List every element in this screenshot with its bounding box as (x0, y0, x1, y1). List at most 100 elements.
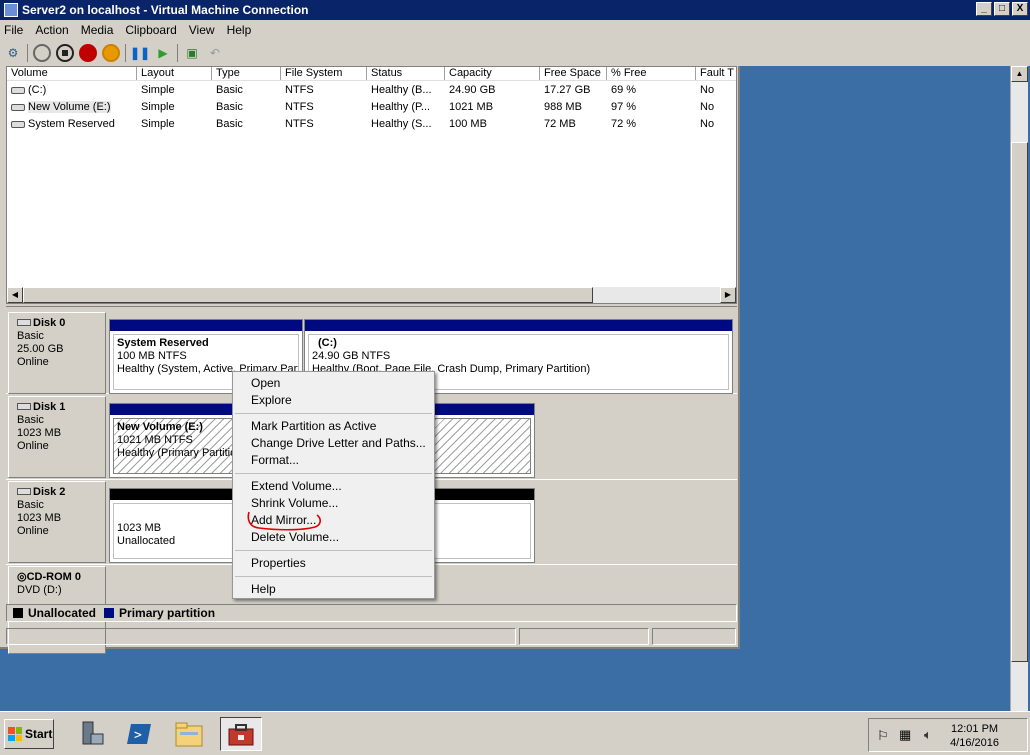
col-layout[interactable]: Layout (137, 67, 212, 80)
cell-capacity: 24.90 GB (449, 84, 496, 96)
vm-toolbar: ⚙ ❚❚ ▶ ▣ ↶ (0, 40, 1030, 66)
cell-volume: (C:) (28, 84, 47, 96)
shutdown-icon[interactable] (79, 44, 97, 62)
cell-filesystem: NTFS (285, 118, 314, 130)
explorer-folder-icon[interactable] (168, 717, 210, 751)
ctrl-alt-del-icon[interactable]: ⚙ (4, 44, 22, 62)
volume-list-horizontal-scrollbar[interactable]: ◀ ▶ (7, 287, 736, 303)
scroll-thumb[interactable] (1011, 142, 1028, 662)
col-volume[interactable]: Volume (7, 67, 137, 80)
disk-name: Disk 1 (33, 401, 66, 413)
svg-text:>: > (134, 728, 142, 743)
cell-type: Basic (216, 84, 243, 96)
taskbar: Start > ⚐ ▦ 🔈︎ 12:01 PM 4/16/2016 (0, 711, 1030, 755)
menu-item-explore[interactable]: Explore (233, 392, 434, 409)
cell-capacity: 100 MB (449, 118, 487, 130)
system-tray: ⚐ ▦ 🔈︎ 12:01 PM 4/16/2016 (868, 718, 1028, 752)
menu-item-extend-volume[interactable]: Extend Volume... (233, 478, 434, 495)
menu-item-mark-active[interactable]: Mark Partition as Active (233, 418, 434, 435)
revert-icon[interactable]: ↶ (206, 44, 224, 62)
volume-list: Volume Layout Type File System Status Ca… (6, 66, 737, 304)
toolbar-separator (125, 44, 126, 62)
status-pane (519, 628, 649, 645)
snapshot-icon[interactable]: ▣ (183, 44, 201, 62)
disk-state: Online (17, 356, 49, 368)
window-title: Server2 on localhost - Virtual Machine C… (22, 3, 309, 17)
clock-time: 12:01 PM (950, 723, 999, 735)
menu-item-format[interactable]: Format... (233, 452, 434, 469)
col-percent-free[interactable]: % Free (607, 67, 696, 80)
start-button[interactable]: Start (4, 719, 54, 749)
computer-management-icon[interactable] (220, 717, 262, 751)
disk-type: Basic (17, 330, 44, 342)
col-free-space[interactable]: Free Space (540, 67, 607, 80)
scroll-up-icon[interactable]: ▲ (1011, 66, 1028, 82)
table-row[interactable]: System Reserved Simple Basic NTFS Health… (7, 116, 736, 132)
disk-label-0[interactable]: Disk 0 Basic 25.00 GB Online (8, 312, 106, 394)
minimize-button[interactable]: _ (976, 2, 992, 16)
turn-off-icon[interactable] (56, 44, 74, 62)
disk-state: Online (17, 440, 49, 452)
cell-volume: System Reserved (28, 118, 115, 130)
cell-fault-tolerance: No (700, 118, 715, 130)
col-status[interactable]: Status (367, 67, 445, 80)
cell-free-space: 17.27 GB (544, 84, 591, 96)
clock[interactable]: 12:01 PM 4/16/2016 (950, 722, 999, 750)
menu-file[interactable]: File (4, 23, 23, 37)
volume-list-header: Volume Layout Type File System Status Ca… (7, 67, 736, 81)
close-button[interactable]: X (1012, 2, 1028, 16)
scroll-right-icon[interactable]: ▶ (720, 287, 736, 303)
menu-media[interactable]: Media (81, 23, 114, 37)
disk-label-2[interactable]: Disk 2 Basic 1023 MB Online (8, 481, 106, 563)
action-center-flag-icon[interactable]: ⚐ (877, 728, 889, 744)
menu-clipboard[interactable]: Clipboard (125, 23, 176, 37)
cell-filesystem: NTFS (285, 101, 314, 113)
col-filesystem[interactable]: File System (281, 67, 367, 80)
disk-icon (17, 319, 31, 326)
menu-item-properties[interactable]: Properties (233, 555, 434, 572)
primary-swatch (104, 608, 115, 618)
partition-fs: 100 MB NTFS (117, 350, 187, 362)
start-vm-icon[interactable] (33, 44, 51, 62)
disk-size: 25.00 GB (17, 343, 64, 355)
primary-partition-bar (305, 320, 732, 331)
menu-item-change-drive-letter[interactable]: Change Drive Letter and Paths... (233, 435, 434, 452)
table-row[interactable]: New Volume (E:) Simple Basic NTFS Health… (7, 99, 736, 115)
status-pane (6, 628, 516, 645)
server-manager-icon[interactable] (70, 717, 112, 751)
menu-view[interactable]: View (189, 23, 215, 37)
partition-title: (C:) (318, 337, 337, 349)
scroll-thumb[interactable] (23, 287, 593, 303)
network-icon[interactable]: ▦ (899, 727, 911, 743)
col-fault-tolerance[interactable]: Fault T (696, 67, 736, 80)
context-menu: Open Explore Mark Partition as Active Ch… (232, 371, 435, 599)
disk-type: Basic (17, 414, 44, 426)
partition-fs: 24.90 GB NTFS (312, 350, 391, 362)
disk-name: CD-ROM 0 (26, 571, 81, 583)
resume-icon[interactable]: ▶ (154, 44, 172, 62)
maximize-button[interactable]: □ (994, 2, 1010, 16)
clock-date: 4/16/2016 (950, 737, 999, 749)
table-row[interactable]: (C:) Simple Basic NTFS Healthy (B... 24.… (7, 82, 736, 98)
col-capacity[interactable]: Capacity (445, 67, 540, 80)
disk-label-1[interactable]: Disk 1 Basic 1023 MB Online (8, 396, 106, 478)
menu-item-help[interactable]: Help (233, 581, 434, 598)
legend-primary: Primary partition (119, 606, 216, 620)
guest-vertical-scrollbar[interactable]: ▲ (1010, 66, 1028, 711)
menu-help[interactable]: Help (227, 23, 252, 37)
volume-muted-icon[interactable]: 🔈︎ (924, 727, 932, 743)
menu-separator (235, 413, 432, 414)
save-state-icon[interactable] (102, 44, 120, 62)
powershell-icon[interactable]: > (118, 717, 160, 751)
drive-icon (11, 103, 25, 111)
toolbar-separator (27, 44, 28, 62)
menubar: File Action Media Clipboard View Help (0, 20, 1030, 40)
col-type[interactable]: Type (212, 67, 281, 80)
cell-status: Healthy (P... (371, 101, 431, 113)
cell-layout: Simple (141, 101, 175, 113)
menu-action[interactable]: Action (35, 23, 68, 37)
disk-icon (17, 403, 31, 410)
scroll-left-icon[interactable]: ◀ (7, 287, 23, 303)
menu-item-open[interactable]: Open (233, 375, 434, 392)
pause-icon[interactable]: ❚❚ (130, 44, 150, 62)
